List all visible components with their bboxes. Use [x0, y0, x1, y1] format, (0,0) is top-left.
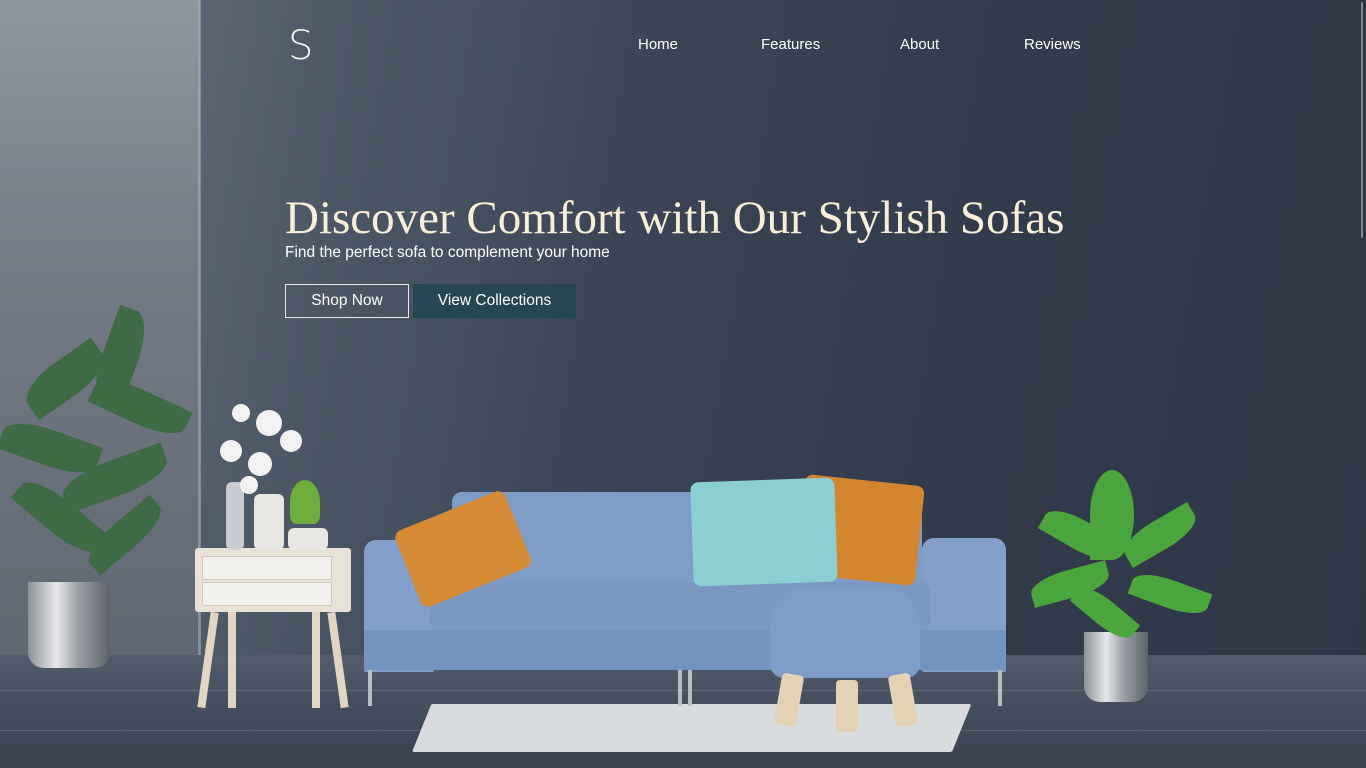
sofa-leg: [998, 670, 1002, 706]
vase: [254, 494, 284, 550]
hero-subheadline: Find the perfect sofa to complement your…: [285, 244, 610, 261]
view-collections-button[interactable]: View Collections: [413, 284, 576, 318]
sofa-leg: [368, 670, 372, 706]
flower: [248, 452, 272, 476]
flower: [220, 440, 242, 462]
shop-now-button[interactable]: Shop Now: [285, 284, 409, 318]
sofa-leg: [688, 670, 692, 706]
plant-pot: [1084, 632, 1148, 702]
drawer: [202, 582, 332, 606]
nav-reviews[interactable]: Reviews: [1024, 36, 1081, 53]
ottoman-leg: [836, 680, 858, 732]
flower: [240, 476, 258, 494]
table-leg: [312, 612, 320, 708]
drawer: [202, 556, 332, 580]
nav-home[interactable]: Home: [638, 36, 678, 53]
leaf: [1127, 567, 1213, 621]
rug: [412, 704, 972, 752]
ottoman: [770, 586, 920, 678]
nav-features[interactable]: Features: [761, 36, 820, 53]
scrollbar[interactable]: [1361, 2, 1363, 238]
sofa-leg: [678, 670, 682, 706]
flower: [232, 404, 250, 422]
hero-headline: Discover Comfort with Our Stylish Sofas: [285, 192, 1065, 244]
pot: [288, 528, 328, 550]
plant-pot: [28, 582, 110, 668]
hero-section: S Home Features About Reviews Discover C…: [0, 0, 1366, 768]
main-nav: Home Features About Reviews: [0, 36, 1366, 56]
vase: [226, 482, 244, 550]
flower: [280, 430, 302, 452]
flower: [256, 410, 282, 436]
table-leg: [228, 612, 236, 708]
teal-pillow: [690, 477, 838, 587]
nav-about[interactable]: About: [900, 36, 939, 53]
leaf: [290, 480, 320, 524]
